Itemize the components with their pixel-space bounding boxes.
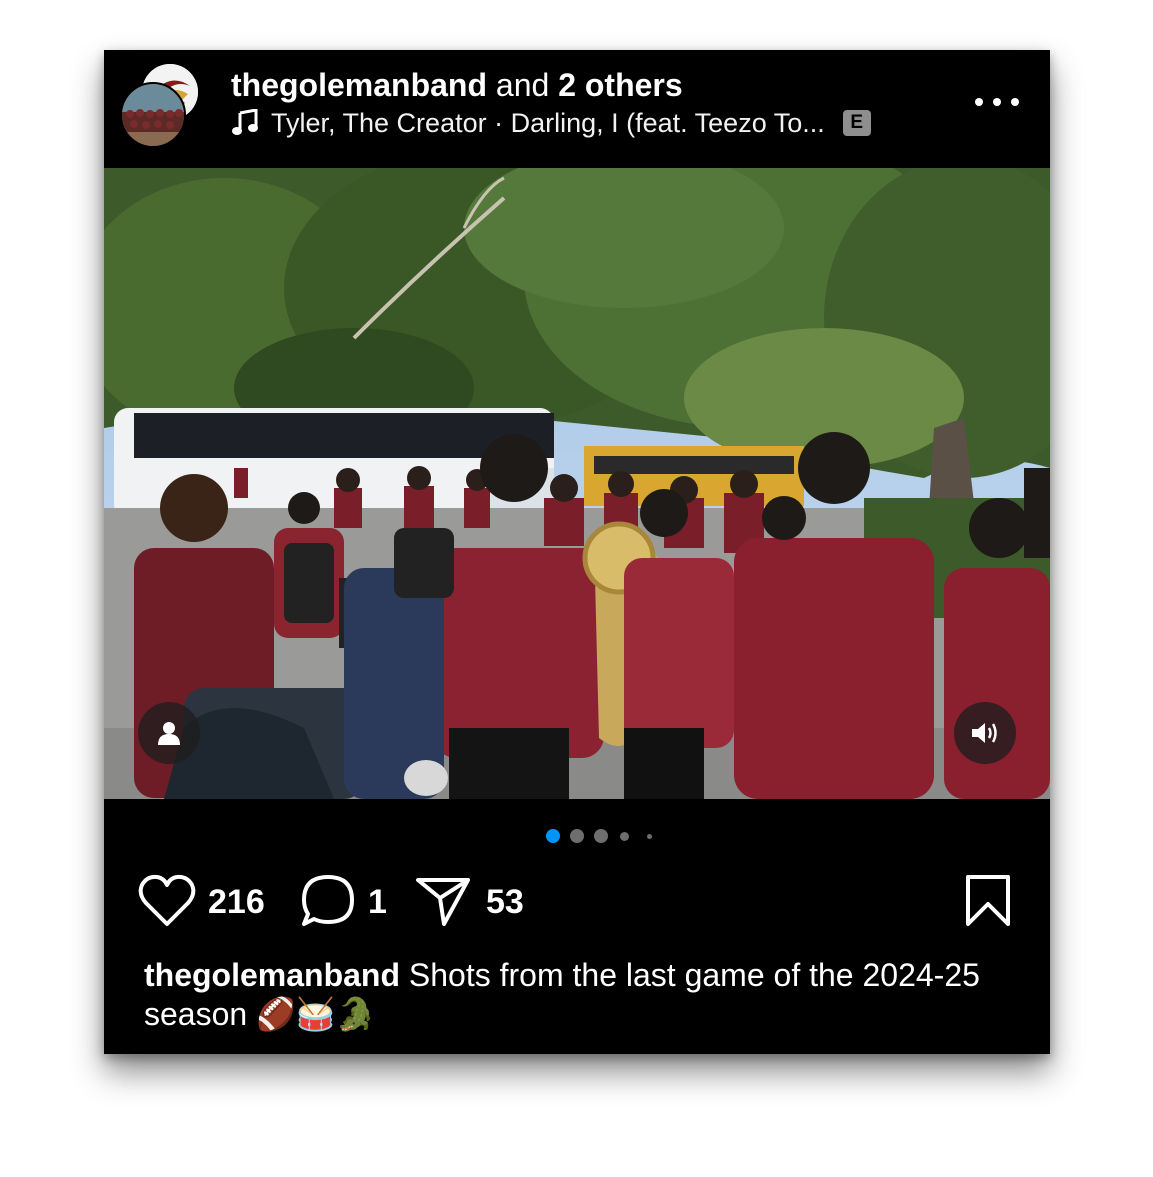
music-attribution[interactable]: Tyler, The Creator · Darling, I (feat. T… [231, 106, 871, 140]
explicit-badge: E [842, 110, 871, 136]
carousel-dot [620, 832, 629, 841]
post-title[interactable]: thegolemanband and 2 others [231, 65, 683, 105]
post-header: thegolemanband and 2 others Tyler, The C… [104, 50, 1050, 168]
tagged-people-button[interactable] [138, 702, 200, 764]
carousel-dot [594, 829, 608, 843]
band-avatar [120, 82, 186, 148]
and-text: and [487, 67, 559, 103]
send-icon[interactable] [414, 874, 472, 933]
username-link[interactable]: thegolemanband [231, 67, 487, 103]
comment-count[interactable]: 1 [368, 882, 387, 922]
others-link[interactable]: 2 others [558, 67, 682, 103]
like-count[interactable]: 216 [208, 882, 265, 922]
carousel-dot-active [546, 829, 560, 843]
carousel-indicator [104, 826, 1050, 846]
comment-icon[interactable] [300, 874, 356, 933]
music-track-text: Tyler, The Creator · Darling, I (feat. T… [271, 108, 825, 138]
person-icon [156, 720, 182, 746]
heart-icon[interactable] [138, 874, 196, 933]
share-count[interactable]: 53 [486, 882, 524, 922]
audio-toggle-button[interactable] [954, 702, 1016, 764]
music-note-icon [231, 108, 259, 137]
post-card: thegolemanband and 2 others Tyler, The C… [104, 50, 1050, 1054]
carousel-dot [570, 829, 584, 843]
post-caption: thegolemanband Shots from the last game … [144, 956, 1004, 1034]
collab-avatars[interactable] [120, 64, 202, 148]
carousel-dot [647, 834, 652, 839]
post-photo[interactable] [104, 168, 1050, 799]
caption-username[interactable]: thegolemanband [144, 957, 400, 993]
bookmark-icon[interactable] [964, 874, 1012, 933]
more-options-icon[interactable] [972, 84, 1022, 120]
speaker-icon [970, 720, 1000, 746]
action-bar: 216 1 53 [104, 868, 1050, 938]
